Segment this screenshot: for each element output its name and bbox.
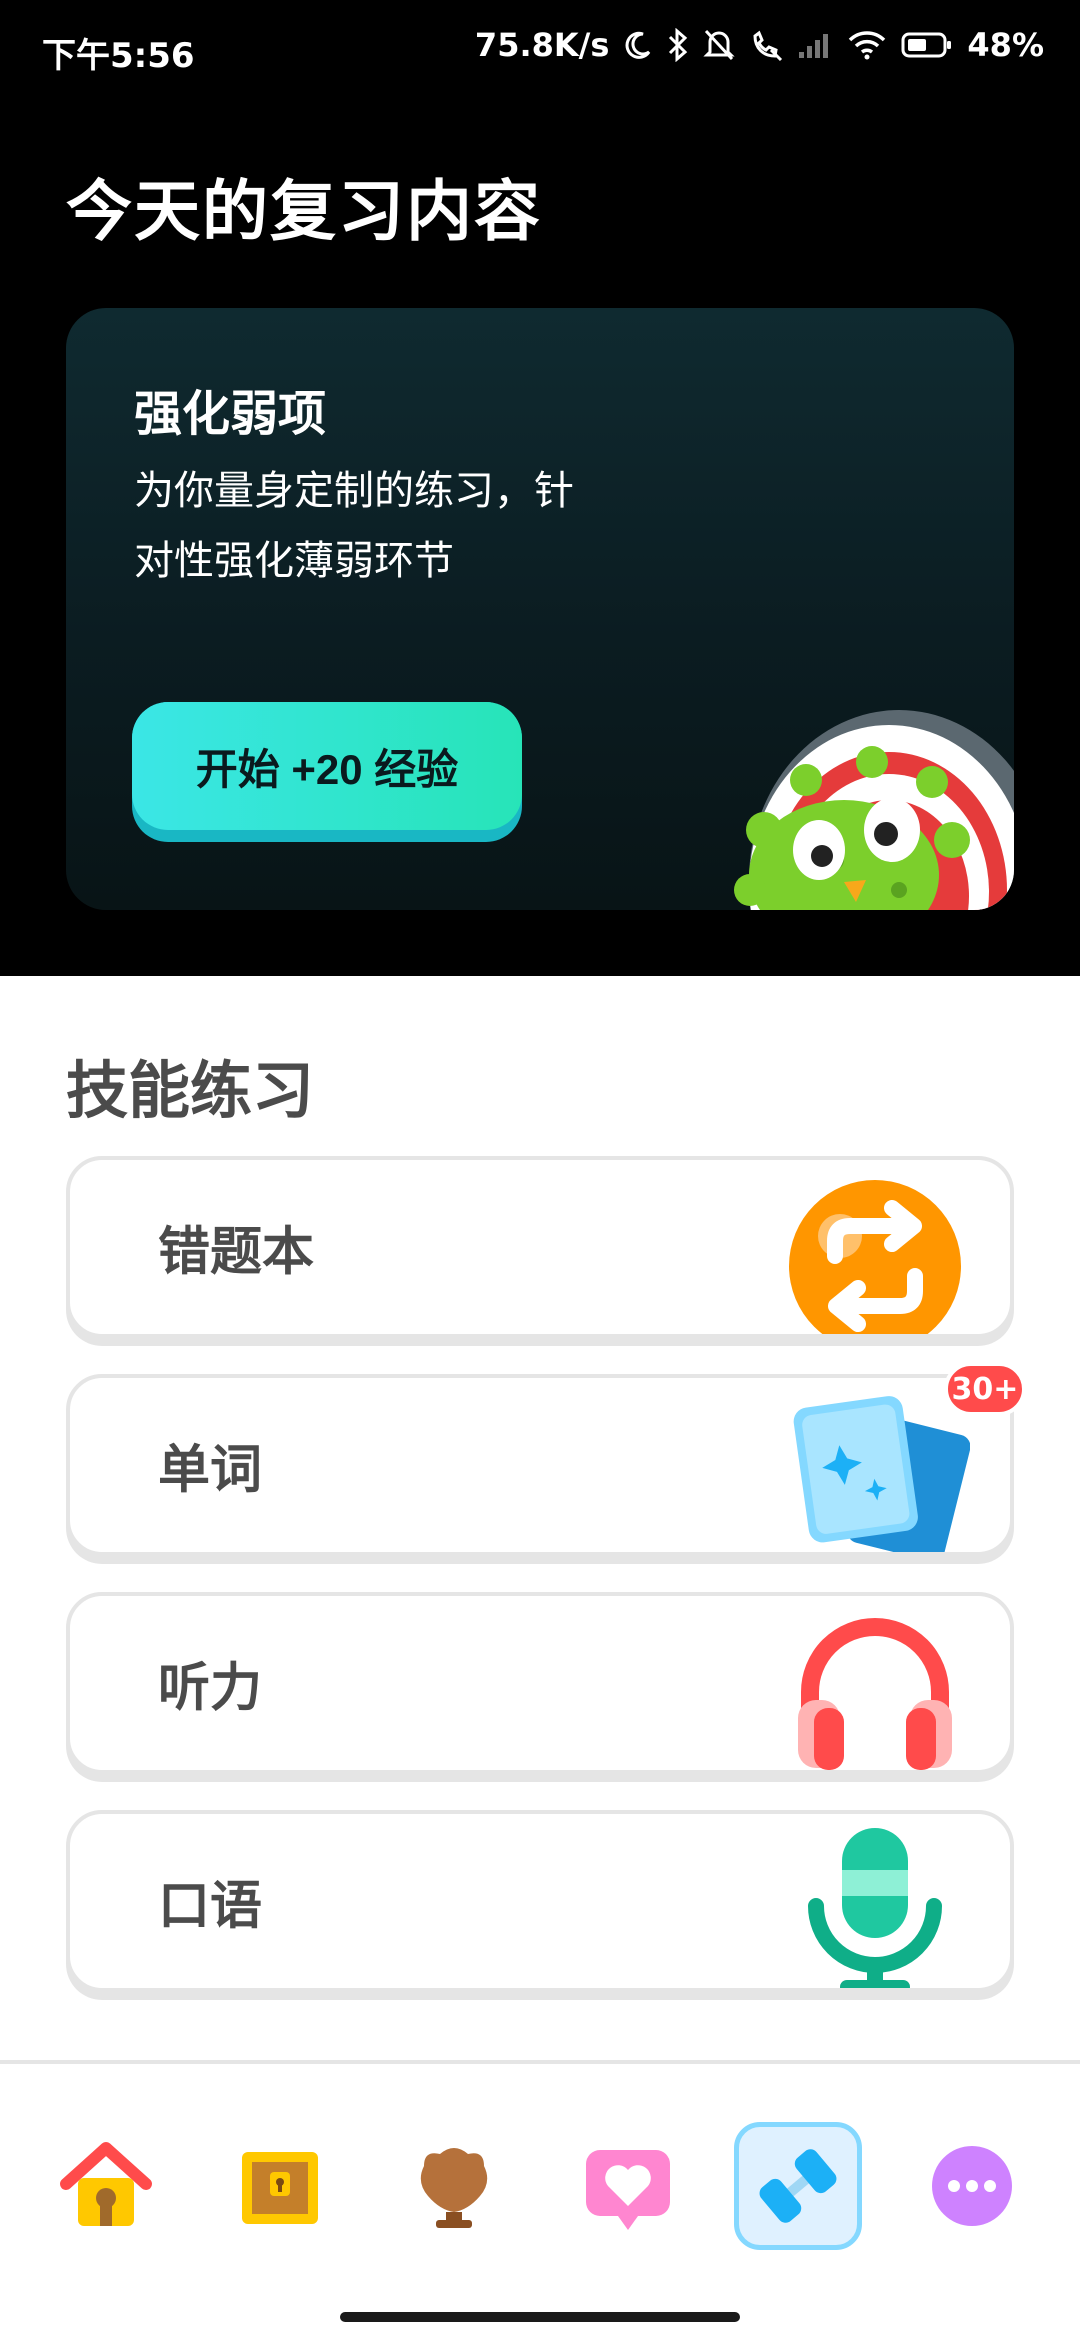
target-virus-illustration bbox=[694, 670, 1014, 910]
skill-listening[interactable]: 听力 bbox=[66, 1592, 1014, 1774]
start-button-label: 开始 +20 经验 bbox=[132, 702, 522, 830]
home-indicator bbox=[340, 2312, 740, 2322]
start-practice-button[interactable]: 开始 +20 经验 bbox=[132, 702, 522, 842]
heart-icon[interactable] bbox=[564, 2122, 692, 2250]
dumbbell-icon[interactable] bbox=[734, 2122, 862, 2250]
headphones-icon bbox=[780, 1592, 970, 1770]
battery-icon bbox=[901, 31, 953, 59]
page-title: 今天的复习内容 bbox=[66, 173, 542, 250]
bottom-nav bbox=[0, 2060, 1080, 2340]
skill-speaking-label: 口语 bbox=[158, 1876, 263, 1937]
words-count-badge: 30+ bbox=[944, 1362, 1026, 1416]
status-time: 下午5:56 bbox=[42, 36, 195, 76]
status-right: 75.8K/s 48% bbox=[475, 26, 1044, 64]
repeat-icon bbox=[780, 1156, 970, 1334]
card-desc-line-1: 为你量身定制的练习，针 bbox=[134, 468, 574, 514]
battery-level: 48% bbox=[967, 26, 1044, 64]
mute-icon bbox=[703, 28, 736, 62]
bluetooth-icon bbox=[667, 28, 689, 62]
microphone-icon bbox=[780, 1810, 970, 1988]
skill-words-label: 单词 bbox=[158, 1440, 263, 1501]
card-description: 为你量身定制的练习，针 对性强化薄弱环节 bbox=[134, 456, 694, 596]
more-icon[interactable] bbox=[908, 2122, 1036, 2250]
home-icon[interactable] bbox=[42, 2122, 170, 2250]
status-bar: 下午5:56 75.8K/s 48% bbox=[0, 0, 1080, 100]
signal-icon bbox=[797, 30, 833, 60]
wifi-icon bbox=[847, 30, 887, 60]
top-section: 下午5:56 75.8K/s 48% 今天的复习内容 强化弱项 为你量身定制的练… bbox=[0, 0, 1080, 976]
shield-icon[interactable] bbox=[390, 2122, 518, 2250]
skill-speaking[interactable]: 口语 bbox=[66, 1810, 1014, 1992]
call-icon bbox=[749, 28, 783, 62]
card-desc-line-2: 对性强化薄弱环节 bbox=[134, 538, 454, 584]
treasure-chest-icon[interactable] bbox=[216, 2122, 344, 2250]
skill-listening-label: 听力 bbox=[158, 1658, 263, 1719]
skill-mistakes-label: 错题本 bbox=[158, 1222, 315, 1283]
weakness-review-card: 强化弱项 为你量身定制的练习，针 对性强化薄弱环节 开始 +20 经验 bbox=[66, 308, 1014, 910]
flashcards-icon bbox=[780, 1374, 970, 1552]
moon-icon bbox=[623, 30, 653, 60]
card-title: 强化弱项 bbox=[134, 386, 327, 442]
net-speed: 75.8K/s bbox=[474, 26, 610, 64]
skill-mistakes[interactable]: 错题本 bbox=[66, 1156, 1014, 1338]
skill-words[interactable]: 单词 30+ bbox=[66, 1362, 1026, 1556]
skills-section-title: 技能练习 bbox=[66, 1054, 315, 1127]
